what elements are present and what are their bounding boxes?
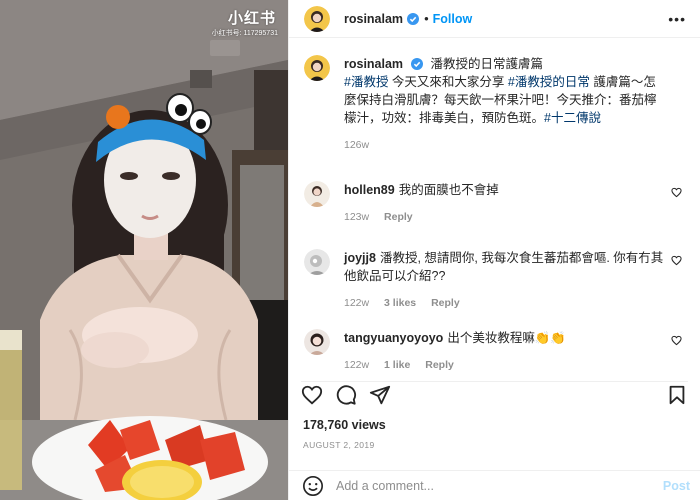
- comment-content: 出个美妆教程嘛👏👏: [447, 331, 566, 345]
- add-comment-input[interactable]: [336, 478, 663, 493]
- commenter-username[interactable]: hollen89: [344, 183, 395, 197]
- hashtag-link[interactable]: #潘教授: [344, 75, 388, 89]
- caption-username[interactable]: rosinalam: [344, 57, 403, 71]
- heart-icon[interactable]: [671, 187, 682, 198]
- post-media[interactable]: 小红书 小红书号: 117295731: [0, 0, 288, 500]
- post-header: rosinalam • Follow •••: [289, 0, 700, 38]
- add-comment-bar: Post: [289, 470, 700, 500]
- bookmark-icon[interactable]: [666, 384, 688, 406]
- heart-icon[interactable]: [301, 384, 323, 406]
- comment-meta: 122w 1 like Reply: [344, 359, 666, 371]
- view-count[interactable]: 178,760 views: [303, 418, 386, 432]
- post-details-panel: rosinalam • Follow ••• rosinalam 潘教授的日常護…: [288, 0, 700, 500]
- comment-content: 潘教授, 想請問你, 我每次食生蕃茄都會嘔. 你有冇其他飲品可以介紹??: [344, 251, 664, 283]
- commenter-avatar[interactable]: [304, 329, 330, 355]
- follow-button[interactable]: Follow: [433, 12, 473, 26]
- comment-content: 我的面膜也不會掉: [398, 183, 499, 197]
- hashtag-link[interactable]: #潘教授的日常: [508, 75, 590, 89]
- comment-text: hollen89 我的面膜也不會掉: [344, 181, 666, 199]
- comment-meta: 123w Reply: [344, 211, 666, 223]
- more-options-icon[interactable]: •••: [668, 11, 686, 27]
- comment-body: joyjj8 潘教授, 想請問你, 我每次食生蕃茄都會嘔. 你有冇其他飲品可以介紹…: [344, 249, 688, 309]
- author-avatar[interactable]: [304, 5, 330, 32]
- comment-likes[interactable]: 1 like: [384, 359, 410, 371]
- comment-meta: 122w 3 likes Reply: [344, 297, 666, 309]
- comment-body: tangyuanyoyoyo 出个美妆教程嘛👏👏 122w 1 like Repl…: [344, 329, 688, 371]
- post-date[interactable]: AUGUST 2, 2019: [303, 440, 375, 450]
- caption-body: rosinalam 潘教授的日常護膚篇 #潘教授 今天又來和大家分享 #潘教授的…: [344, 55, 688, 151]
- post-comment-button[interactable]: Post: [663, 479, 690, 493]
- commenter-avatar[interactable]: [304, 181, 330, 207]
- caption: rosinalam 潘教授的日常護膚篇 #潘教授 今天又來和大家分享 #潘教授的…: [304, 55, 688, 151]
- caption-avatar[interactable]: [304, 55, 330, 81]
- caption-meta: 126w: [344, 139, 666, 151]
- comment-icon[interactable]: [335, 384, 357, 406]
- comment-text: tangyuanyoyoyo 出个美妆教程嘛👏👏: [344, 329, 666, 347]
- commenter-username[interactable]: joyjj8: [344, 251, 376, 265]
- comment-time[interactable]: 123w: [344, 211, 369, 223]
- separator-dot: •: [424, 11, 429, 26]
- author-username[interactable]: rosinalam: [344, 12, 403, 26]
- caption-title: 潘教授的日常護膚篇: [427, 57, 544, 71]
- comment-time[interactable]: 122w: [344, 359, 369, 371]
- verified-badge-icon: [407, 12, 420, 25]
- emoji-icon[interactable]: [302, 475, 324, 497]
- heart-icon[interactable]: [671, 255, 682, 266]
- comments-list: rosinalam 潘教授的日常護膚篇 #潘教授 今天又來和大家分享 #潘教授的…: [304, 55, 688, 371]
- caption-segment: 今天又來和大家分享: [388, 75, 505, 89]
- action-bar: [301, 381, 688, 407]
- comment-body: hollen89 我的面膜也不會掉 123w Reply: [344, 181, 688, 223]
- hashtag-link[interactable]: #十二傳說: [544, 111, 601, 125]
- caption-text: rosinalam 潘教授的日常護膚篇 #潘教授 今天又來和大家分享 #潘教授的…: [344, 55, 666, 127]
- comment-time[interactable]: 122w: [344, 297, 369, 309]
- commenter-username[interactable]: tangyuanyoyoyo: [344, 331, 443, 345]
- heart-icon[interactable]: [671, 335, 682, 346]
- comment-item: tangyuanyoyoyo 出个美妆教程嘛👏👏 122w 1 like Repl…: [304, 329, 688, 371]
- reply-button[interactable]: Reply: [425, 359, 454, 371]
- comment-text: joyjj8 潘教授, 想請問你, 我每次食生蕃茄都會嘔. 你有冇其他飲品可以介紹…: [344, 249, 666, 285]
- comment-item: joyjj8 潘教授, 想請問你, 我每次食生蕃茄都會嘔. 你有冇其他飲品可以介紹…: [304, 249, 688, 309]
- watermark-id: 小红书号: 117295731: [211, 30, 278, 37]
- comment-item: hollen89 我的面膜也不會掉 123w Reply: [304, 181, 688, 223]
- share-icon[interactable]: [369, 384, 391, 406]
- post-video-frame: [0, 0, 288, 500]
- caption-time[interactable]: 126w: [344, 139, 369, 151]
- reply-button[interactable]: Reply: [384, 211, 413, 223]
- reply-button[interactable]: Reply: [431, 297, 460, 309]
- comment-likes[interactable]: 3 likes: [384, 297, 416, 309]
- commenter-avatar[interactable]: [304, 249, 330, 275]
- verified-badge-icon: [411, 58, 424, 70]
- watermark-logo: 小红书: [227, 10, 276, 27]
